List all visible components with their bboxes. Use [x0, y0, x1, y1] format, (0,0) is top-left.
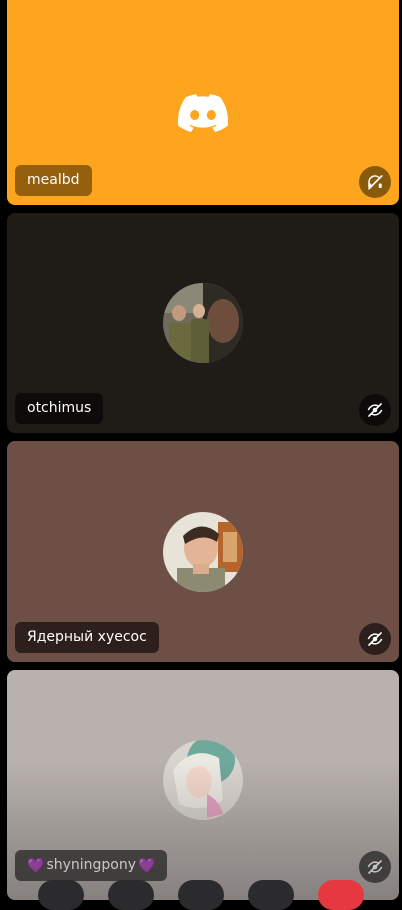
- participant-tile-yaderny-huesos[interactable]: Ядерный хуесос: [7, 441, 399, 662]
- participant-name: Ядерный хуесос: [27, 629, 147, 645]
- avatar: [163, 740, 243, 820]
- sound-button[interactable]: [248, 880, 294, 910]
- discord-logo-icon: [178, 93, 228, 132]
- heart-emoji: 💜: [27, 857, 45, 874]
- camera-button[interactable]: [38, 880, 84, 910]
- deafened-icon: [359, 166, 391, 198]
- heart-emoji: 💜: [138, 857, 156, 874]
- participant-name: mealbd: [27, 172, 80, 188]
- participant-tile-shyningpony[interactable]: 💜 shyningpony 💜: [7, 670, 399, 900]
- participant-tile-mealbd[interactable]: mealbd: [7, 0, 399, 205]
- participant-name: shyningpony: [46, 857, 137, 873]
- avatar: [163, 511, 243, 592]
- video-off-icon: [359, 623, 391, 655]
- video-off-icon: [359, 851, 391, 883]
- call-controls-bar: [0, 880, 402, 910]
- participant-name-tag: mealbd: [15, 165, 92, 196]
- avatar: [163, 283, 243, 363]
- participant-name-tag: otchimus: [15, 393, 104, 424]
- microphone-button[interactable]: [108, 880, 154, 910]
- participant-name: otchimus: [27, 400, 92, 416]
- end-call-button[interactable]: [318, 880, 364, 910]
- video-off-icon: [359, 394, 391, 426]
- screen-share-button[interactable]: [178, 880, 224, 910]
- participant-name-tag: Ядерный хуесос: [15, 622, 159, 653]
- participant-tile-otchimus[interactable]: otchimus: [7, 213, 399, 433]
- participant-name-tag: 💜 shyningpony 💜: [15, 850, 168, 881]
